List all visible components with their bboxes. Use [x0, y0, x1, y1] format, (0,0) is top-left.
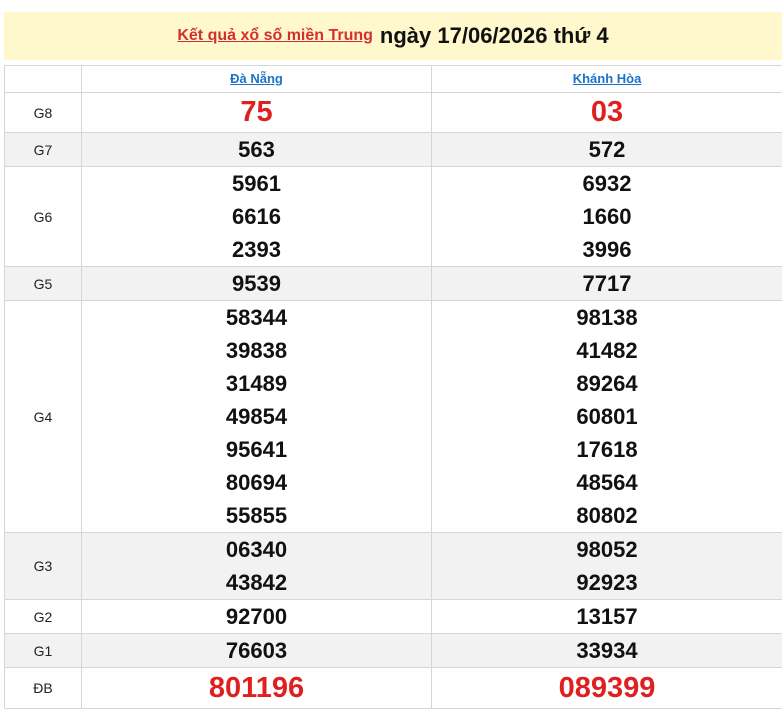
result-number: 39838 — [82, 334, 431, 367]
prize-label: G6 — [5, 167, 82, 267]
result-number: 089399 — [432, 672, 782, 705]
result-cell: 572 — [432, 133, 782, 167]
result-number: 31489 — [82, 367, 431, 400]
result-cell: 06340 43842 — [82, 533, 432, 600]
result-cell: 13157 — [432, 600, 782, 634]
result-number: 89264 — [432, 367, 782, 400]
table-row: G5 9539 7717 — [5, 267, 782, 301]
prize-header-cell — [5, 66, 82, 93]
lottery-results-page: Kết quả xổ số miền Trung ngày 17/06/2026… — [0, 0, 782, 708]
result-cell: 98052 92923 — [432, 533, 782, 600]
result-number: 80802 — [432, 499, 782, 532]
result-number: 2393 — [82, 233, 431, 266]
table-row: G4 58344 39838 31489 49854 95641 80694 5… — [5, 301, 782, 533]
prize-label: G4 — [5, 301, 82, 533]
results-table: Đà Nẵng Khánh Hòa G8 75 03 G7 563 572 — [4, 65, 782, 709]
result-number: 98138 — [432, 301, 782, 334]
prize-label: G5 — [5, 267, 82, 301]
table-row: ĐB 801196 089399 — [5, 668, 782, 709]
province-header-danang: Đà Nẵng — [82, 66, 432, 93]
result-number: 92700 — [82, 600, 431, 633]
result-number: 76603 — [82, 634, 431, 667]
result-number: 17618 — [432, 433, 782, 466]
result-number: 58344 — [82, 301, 431, 334]
result-number: 92923 — [432, 566, 782, 599]
result-cell: 33934 — [432, 634, 782, 668]
result-number: 13157 — [432, 600, 782, 633]
result-cell: 6932 1660 3996 — [432, 167, 782, 267]
result-cell: 76603 — [82, 634, 432, 668]
draw-date: ngày 17/06/2026 thứ 4 — [380, 23, 609, 49]
result-number: 6616 — [82, 200, 431, 233]
prize-label: G8 — [5, 93, 82, 133]
result-cell: 563 — [82, 133, 432, 167]
province-header-khanhhoa: Khánh Hòa — [432, 66, 782, 93]
prize-label: G3 — [5, 533, 82, 600]
result-number: 95641 — [82, 433, 431, 466]
prize-label: G1 — [5, 634, 82, 668]
result-number: 43842 — [82, 566, 431, 599]
result-cell: 089399 — [432, 668, 782, 709]
table-row: G8 75 03 — [5, 93, 782, 133]
result-number: 49854 — [82, 400, 431, 433]
result-cell: 92700 — [82, 600, 432, 634]
result-number: 60801 — [432, 400, 782, 433]
province-link-khanhhoa[interactable]: Khánh Hòa — [573, 71, 642, 86]
table-row: G6 5961 6616 2393 6932 1660 3996 — [5, 167, 782, 267]
result-number: 06340 — [82, 533, 431, 566]
table-row: G2 92700 13157 — [5, 600, 782, 634]
result-cell: 03 — [432, 93, 782, 133]
result-number: 563 — [82, 133, 431, 166]
result-number: 48564 — [432, 466, 782, 499]
result-number: 5961 — [82, 167, 431, 200]
result-cell: 7717 — [432, 267, 782, 301]
table-row: G3 06340 43842 98052 92923 — [5, 533, 782, 600]
result-number: 7717 — [432, 267, 782, 300]
result-cell: 5961 6616 2393 — [82, 167, 432, 267]
table-row: G1 76603 33934 — [5, 634, 782, 668]
result-number: 41482 — [432, 334, 782, 367]
result-number: 33934 — [432, 634, 782, 667]
result-number: 03 — [432, 96, 782, 129]
result-number: 80694 — [82, 466, 431, 499]
result-number: 801196 — [82, 672, 431, 705]
result-cell: 58344 39838 31489 49854 95641 80694 5585… — [82, 301, 432, 533]
result-number: 75 — [82, 96, 431, 129]
result-cell: 75 — [82, 93, 432, 133]
result-cell: 98138 41482 89264 60801 17618 48564 8080… — [432, 301, 782, 533]
result-number: 572 — [432, 133, 782, 166]
prize-label: ĐB — [5, 668, 82, 709]
prize-label: G2 — [5, 600, 82, 634]
result-number: 6932 — [432, 167, 782, 200]
region-results-link[interactable]: Kết quả xổ số miền Trung — [177, 27, 373, 45]
result-number: 1660 — [432, 200, 782, 233]
result-number: 9539 — [82, 267, 431, 300]
title-bar: Kết quả xổ số miền Trung ngày 17/06/2026… — [4, 12, 782, 60]
result-cell: 9539 — [82, 267, 432, 301]
table-row: G7 563 572 — [5, 133, 782, 167]
result-number: 98052 — [432, 533, 782, 566]
result-cell: 801196 — [82, 668, 432, 709]
province-link-danang[interactable]: Đà Nẵng — [230, 71, 283, 86]
prize-label: G7 — [5, 133, 82, 167]
result-number: 55855 — [82, 499, 431, 532]
result-number: 3996 — [432, 233, 782, 266]
table-header-row: Đà Nẵng Khánh Hòa — [5, 66, 782, 93]
